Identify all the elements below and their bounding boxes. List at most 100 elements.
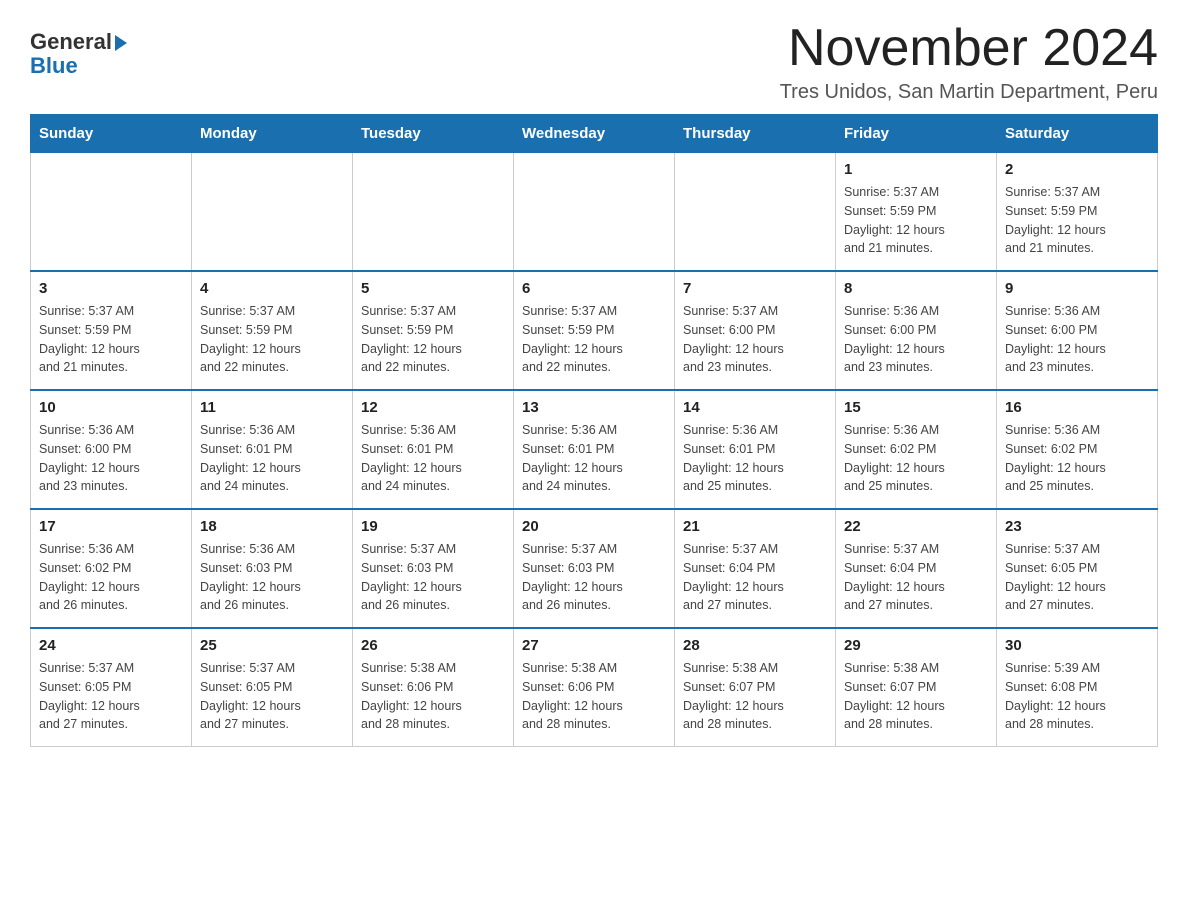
day-number: 20 bbox=[522, 518, 666, 535]
day-number: 17 bbox=[39, 518, 183, 535]
logo-blue: Blue bbox=[30, 53, 78, 78]
day-number: 18 bbox=[200, 518, 344, 535]
calendar-cell: 1 Sunrise: 5:37 AMSunset: 5:59 PMDaylight… bbox=[836, 153, 997, 272]
day-number: 21 bbox=[683, 518, 827, 535]
calendar-cell: 18 Sunrise: 5:36 AMSunset: 6:03 PMDayligh… bbox=[192, 509, 353, 628]
calendar-cell: 21 Sunrise: 5:37 AMSunset: 6:04 PMDayligh… bbox=[675, 509, 836, 628]
calendar-cell: 26Sunrise: 5:38 AMSunset: 6:06 PMDayligh… bbox=[353, 628, 514, 747]
title-area: November 2024 Tres Unidos, San Martin De… bbox=[780, 20, 1158, 104]
day-number: 7 bbox=[683, 280, 827, 297]
month-title: November 2024 bbox=[780, 20, 1158, 77]
calendar-cell: 8 Sunrise: 5:36 AMSunset: 6:00 PMDaylight… bbox=[836, 271, 997, 390]
calendar-cell: 16 Sunrise: 5:36 AMSunset: 6:02 PMDayligh… bbox=[997, 390, 1158, 509]
calendar-cell: 27Sunrise: 5:38 AMSunset: 6:06 PMDayligh… bbox=[514, 628, 675, 747]
day-number: 3 bbox=[39, 280, 183, 297]
weekday-header-monday: Monday bbox=[192, 115, 353, 153]
weekday-header-row: SundayMondayTuesdayWednesdayThursdayFrid… bbox=[31, 115, 1158, 153]
weekday-header-sunday: Sunday bbox=[31, 115, 192, 153]
weekday-header-tuesday: Tuesday bbox=[353, 115, 514, 153]
weekday-header-friday: Friday bbox=[836, 115, 997, 153]
calendar-cell: 15 Sunrise: 5:36 AMSunset: 6:02 PMDayligh… bbox=[836, 390, 997, 509]
day-number: 13 bbox=[522, 399, 666, 416]
day-number: 29 bbox=[844, 637, 988, 654]
day-info: Sunrise: 5:37 AMSunset: 6:04 PMDaylight:… bbox=[844, 540, 988, 615]
calendar-cell: 9Sunrise: 5:36 AMSunset: 6:00 PMDaylight… bbox=[997, 271, 1158, 390]
day-info: Sunrise: 5:37 AMSunset: 5:59 PMDaylight:… bbox=[844, 183, 988, 258]
calendar-cell: 28Sunrise: 5:38 AMSunset: 6:07 PMDayligh… bbox=[675, 628, 836, 747]
day-number: 2 bbox=[1005, 161, 1149, 178]
calendar-cell: 14Sunrise: 5:36 AMSunset: 6:01 PMDayligh… bbox=[675, 390, 836, 509]
day-number: 6 bbox=[522, 280, 666, 297]
day-info: Sunrise: 5:37 AMSunset: 6:04 PMDaylight:… bbox=[683, 540, 827, 615]
calendar-cell: 22 Sunrise: 5:37 AMSunset: 6:04 PMDayligh… bbox=[836, 509, 997, 628]
day-info: Sunrise: 5:37 AMSunset: 6:03 PMDaylight:… bbox=[522, 540, 666, 615]
day-info: Sunrise: 5:36 AMSunset: 6:02 PMDaylight:… bbox=[1005, 421, 1149, 496]
calendar-cell: 30 Sunrise: 5:39 AMSunset: 6:08 PMDayligh… bbox=[997, 628, 1158, 747]
day-info: Sunrise: 5:37 AMSunset: 5:59 PMDaylight:… bbox=[39, 302, 183, 377]
calendar-cell bbox=[514, 153, 675, 272]
day-number: 8 bbox=[844, 280, 988, 297]
day-info: Sunrise: 5:36 AMSunset: 6:00 PMDaylight:… bbox=[39, 421, 183, 496]
calendar-table: SundayMondayTuesdayWednesdayThursdayFrid… bbox=[30, 114, 1158, 747]
day-info: Sunrise: 5:37 AMSunset: 6:05 PMDaylight:… bbox=[39, 659, 183, 734]
day-number: 16 bbox=[1005, 399, 1149, 416]
calendar-cell: 25 Sunrise: 5:37 AMSunset: 6:05 PMDayligh… bbox=[192, 628, 353, 747]
day-number: 4 bbox=[200, 280, 344, 297]
day-number: 23 bbox=[1005, 518, 1149, 535]
calendar-week-row: 3 Sunrise: 5:37 AMSunset: 5:59 PMDaylight… bbox=[31, 271, 1158, 390]
calendar-cell: 20 Sunrise: 5:37 AMSunset: 6:03 PMDayligh… bbox=[514, 509, 675, 628]
day-number: 14 bbox=[683, 399, 827, 416]
calendar-cell: 17Sunrise: 5:36 AMSunset: 6:02 PMDayligh… bbox=[31, 509, 192, 628]
day-number: 25 bbox=[200, 637, 344, 654]
calendar-week-row: 24Sunrise: 5:37 AMSunset: 6:05 PMDayligh… bbox=[31, 628, 1158, 747]
day-number: 15 bbox=[844, 399, 988, 416]
calendar-cell: 24Sunrise: 5:37 AMSunset: 6:05 PMDayligh… bbox=[31, 628, 192, 747]
day-number: 28 bbox=[683, 637, 827, 654]
day-info: Sunrise: 5:37 AMSunset: 6:05 PMDaylight:… bbox=[200, 659, 344, 734]
calendar-week-row: 17Sunrise: 5:36 AMSunset: 6:02 PMDayligh… bbox=[31, 509, 1158, 628]
calendar-cell bbox=[192, 153, 353, 272]
day-info: Sunrise: 5:37 AMSunset: 6:05 PMDaylight:… bbox=[1005, 540, 1149, 615]
logo-area: General Blue bbox=[30, 20, 127, 78]
day-info: Sunrise: 5:38 AMSunset: 6:06 PMDaylight:… bbox=[522, 659, 666, 734]
calendar-cell: 19 Sunrise: 5:37 AMSunset: 6:03 PMDayligh… bbox=[353, 509, 514, 628]
calendar-week-row: 10Sunrise: 5:36 AMSunset: 6:00 PMDayligh… bbox=[31, 390, 1158, 509]
day-info: Sunrise: 5:36 AMSunset: 6:02 PMDaylight:… bbox=[844, 421, 988, 496]
day-info: Sunrise: 5:39 AMSunset: 6:08 PMDaylight:… bbox=[1005, 659, 1149, 734]
location-title: Tres Unidos, San Martin Department, Peru bbox=[780, 81, 1158, 104]
day-number: 22 bbox=[844, 518, 988, 535]
calendar-cell: 7Sunrise: 5:37 AMSunset: 6:00 PMDaylight… bbox=[675, 271, 836, 390]
day-info: Sunrise: 5:37 AMSunset: 6:03 PMDaylight:… bbox=[361, 540, 505, 615]
day-info: Sunrise: 5:36 AMSunset: 6:01 PMDaylight:… bbox=[361, 421, 505, 496]
calendar-cell: 13 Sunrise: 5:36 AMSunset: 6:01 PMDayligh… bbox=[514, 390, 675, 509]
day-info: Sunrise: 5:36 AMSunset: 6:00 PMDaylight:… bbox=[844, 302, 988, 377]
weekday-header-wednesday: Wednesday bbox=[514, 115, 675, 153]
day-info: Sunrise: 5:36 AMSunset: 6:01 PMDaylight:… bbox=[200, 421, 344, 496]
header: General Blue November 2024 Tres Unidos, … bbox=[30, 20, 1158, 104]
day-info: Sunrise: 5:38 AMSunset: 6:06 PMDaylight:… bbox=[361, 659, 505, 734]
calendar-week-row: 1 Sunrise: 5:37 AMSunset: 5:59 PMDaylight… bbox=[31, 153, 1158, 272]
calendar-cell bbox=[353, 153, 514, 272]
day-number: 5 bbox=[361, 280, 505, 297]
day-info: Sunrise: 5:37 AMSunset: 5:59 PMDaylight:… bbox=[1005, 183, 1149, 258]
calendar-cell: 5Sunrise: 5:37 AMSunset: 5:59 PMDaylight… bbox=[353, 271, 514, 390]
calendar-cell: 10Sunrise: 5:36 AMSunset: 6:00 PMDayligh… bbox=[31, 390, 192, 509]
day-info: Sunrise: 5:36 AMSunset: 6:00 PMDaylight:… bbox=[1005, 302, 1149, 377]
day-number: 19 bbox=[361, 518, 505, 535]
day-number: 11 bbox=[200, 399, 344, 416]
calendar-cell: 2 Sunrise: 5:37 AMSunset: 5:59 PMDaylight… bbox=[997, 153, 1158, 272]
calendar-cell: 4Sunrise: 5:37 AMSunset: 5:59 PMDaylight… bbox=[192, 271, 353, 390]
weekday-header-thursday: Thursday bbox=[675, 115, 836, 153]
calendar-cell: 23 Sunrise: 5:37 AMSunset: 6:05 PMDayligh… bbox=[997, 509, 1158, 628]
day-number: 30 bbox=[1005, 637, 1149, 654]
day-number: 1 bbox=[844, 161, 988, 178]
calendar-cell: 29 Sunrise: 5:38 AMSunset: 6:07 PMDayligh… bbox=[836, 628, 997, 747]
calendar-cell: 12 Sunrise: 5:36 AMSunset: 6:01 PMDayligh… bbox=[353, 390, 514, 509]
calendar-cell: 6Sunrise: 5:37 AMSunset: 5:59 PMDaylight… bbox=[514, 271, 675, 390]
day-info: Sunrise: 5:36 AMSunset: 6:03 PMDaylight:… bbox=[200, 540, 344, 615]
logo: General Blue bbox=[30, 30, 127, 78]
day-number: 12 bbox=[361, 399, 505, 416]
day-info: Sunrise: 5:38 AMSunset: 6:07 PMDaylight:… bbox=[844, 659, 988, 734]
day-info: Sunrise: 5:36 AMSunset: 6:01 PMDaylight:… bbox=[522, 421, 666, 496]
calendar-cell: 3 Sunrise: 5:37 AMSunset: 5:59 PMDaylight… bbox=[31, 271, 192, 390]
